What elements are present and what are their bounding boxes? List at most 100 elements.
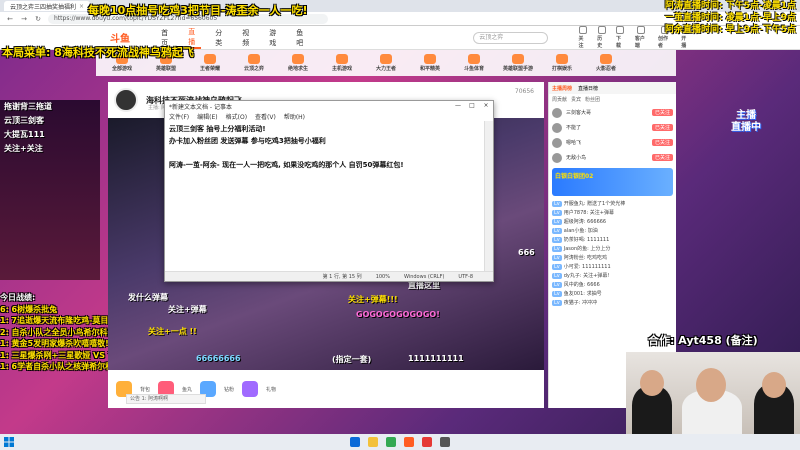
download-label: 下载 [616,36,622,49]
reload-icon[interactable]: ↻ [34,15,42,23]
site-logo[interactable]: 斗鱼 [110,30,147,45]
tab-weekly-rank[interactable]: 主播周榜 [552,85,572,92]
notepad-icon[interactable] [440,437,450,447]
category-item[interactable]: 绝地求生 [280,54,316,72]
chat-message: Lv alan小鱼: 加油 [552,228,598,234]
rank-row[interactable]: 无敌小鸟 已关注 [549,150,676,165]
category-item[interactable]: 斗鱼体育 [456,54,492,72]
douyu-icon[interactable] [404,437,414,447]
rank-name: 不能了 [566,125,582,131]
close-tab-icon[interactable]: × [79,3,84,10]
search-input[interactable]: 云顶之弈 [473,31,549,44]
schedule-line: 一茧直播时间: 凌晨1点-早上9点 [665,13,796,23]
subtab-fans[interactable]: 粉丝团 [585,96,600,103]
schedule-line: 阿余直播时间: 早上9点-下午5点 [665,25,796,35]
broadcast-label: 开播 [681,36,687,49]
backpack-label: 背包 [140,386,151,393]
avatar [552,107,562,118]
tab-title: 云顶之弈三四抽奖抽福利 [10,3,77,11]
edge-icon[interactable] [350,437,360,447]
notepad-text-area[interactable]: 云顶三剑客 抽号上分福利活动! 办卡加入粉丝团 发送弹幕 参与吃鸡3把抽号小福利… [165,121,485,271]
coop-contact: 合作: Ayt458 (备注) [648,334,758,347]
minimize-icon[interactable]: — [451,101,465,111]
chat-message: Lv Jason的鱼: 上分上分 [552,246,611,252]
notepad-line: 办卡加入粉丝团 发送弹幕 参与吃鸡3把抽号小福利 [169,137,326,145]
gift-label: 礼物 [266,386,277,393]
category-label: 王者荣耀 [199,66,220,72]
category-item[interactable]: 大力王者 [368,54,404,72]
category-label: 和平精英 [419,66,440,72]
chat-text: 小可爱: 111111111 [563,264,611,270]
vip-banner[interactable]: 白银白银团02 [552,168,673,196]
category-item[interactable]: 王者荣耀 [192,54,228,72]
category-label: 云顶之弈 [243,66,264,72]
maximize-icon[interactable]: □ [465,101,479,111]
menu-file[interactable]: 文件(F) [169,112,189,121]
browser-tab[interactable]: 云顶之弈三四抽奖抽福利 × [4,1,91,11]
gift-icon[interactable] [242,381,259,397]
folder-icon[interactable] [368,437,378,447]
left-ad-line: 云顶三剑客 [4,116,44,125]
chrome-icon[interactable] [386,437,396,447]
back-icon[interactable]: ← [6,15,14,23]
rank-row[interactable]: 嗯哈飞 已关注 [549,135,676,150]
creator-label: 创作者 [658,36,669,49]
danmu-text: 666 [518,248,535,257]
subtab-contribution[interactable]: 周贡献 [552,96,567,103]
rank-name: 嗯哈飞 [566,140,582,146]
chat-message: Lv 阿涛粉丝: 吃鸡吃鸡 [552,255,608,261]
face-right [762,372,786,398]
category-item[interactable]: 打棋娱乐 [544,54,580,72]
line-ending: Windows (CRLF) [403,273,445,280]
menu-format[interactable]: 格式(O) [226,112,247,121]
chat-text: 阿涛粉丝: 吃鸡吃鸡 [563,255,608,261]
chat-message: Lv 用户7878: 关注+弹幕 [552,210,614,216]
schedule-line: 阿涛直播时间: 下午5点-凌晨1点 [665,1,796,11]
program-banner: 每晚10点抽号吃鸡3把节目-涛歪余一人一吃! [88,4,308,17]
category-item[interactable]: 主机游戏 [324,54,360,72]
notepad-scrollbar[interactable] [484,121,493,271]
status-badge: 已关注 [651,124,673,131]
chat-message: Lv dy丸子: 关注+弹幕! [552,273,610,279]
taskbar [0,434,800,450]
forward-icon[interactable]: → [20,15,28,23]
chat-message: Lv 超级阿涛: 666666 [552,219,607,225]
chat-text: 奶茶好喝: 1111111 [563,237,610,243]
status-badge: 已关注 [651,154,673,161]
face-center [696,368,726,402]
chat-text: 开服鱼丸: 赠送了1个荧光棒 [563,201,626,207]
encoding: UTF-8 [458,273,473,280]
subtab-vip[interactable]: 贵宾 [571,96,581,103]
follow-icon[interactable]: 关注 [578,26,587,49]
history-icon[interactable]: 历史 [597,26,606,49]
client-icon[interactable]: 客户端 [635,26,648,49]
download-icon[interactable]: 下载 [616,26,625,49]
room-hot-count: 70656 [514,88,534,95]
streamer-avatar[interactable] [114,88,138,112]
tab-daily-rank[interactable]: 直播日榜 [578,85,598,92]
app-icon[interactable] [422,437,432,447]
close-icon[interactable]: × [479,101,493,111]
category-item[interactable]: 云顶之弈 [236,54,272,72]
windows-start-icon[interactable] [4,437,14,447]
menu-help[interactable]: 帮助(H) [284,112,305,121]
category-item[interactable]: 和平精英 [412,54,448,72]
notepad-window[interactable]: *新建文本文档 - 记事本 — □ × 文件(F) 编辑(E) 格式(O) 查看… [164,100,494,282]
chat-message: Lv 夜猫子: 冲冲冲 [552,300,598,306]
notepad-titlebar[interactable]: *新建文本文档 - 记事本 — □ × [165,101,493,111]
nav-category[interactable]: 分类 [215,28,228,48]
nav-video[interactable]: 视频 [242,28,255,48]
rank-row[interactable]: 三剑客大哥 已关注 [549,105,676,120]
category-item[interactable]: 火影忍者 [588,54,624,72]
announcement[interactable]: 公告 1: 阿涛啊啊 [126,394,206,404]
menu-edit[interactable]: 编辑(E) [197,112,217,121]
cursor-position: 第 1 行, 第 15 列 [322,274,362,280]
schedule-overlay: 阿涛直播时间: 下午5点-凌晨1点 一茧直播时间: 凌晨1点-早上9点 阿余直播… [665,0,796,36]
chat-text: 风中的鱼: 6666 [563,282,600,288]
left-ad-line: 关注+关注 [4,144,43,153]
nav-fishbar[interactable]: 鱼吧 [296,28,309,48]
nav-game[interactable]: 游戏 [269,28,282,48]
menu-view[interactable]: 查看(V) [255,112,276,121]
category-item[interactable]: 英雄联盟手游 [500,54,536,72]
rank-row[interactable]: 不能了 已关注 [549,120,676,135]
